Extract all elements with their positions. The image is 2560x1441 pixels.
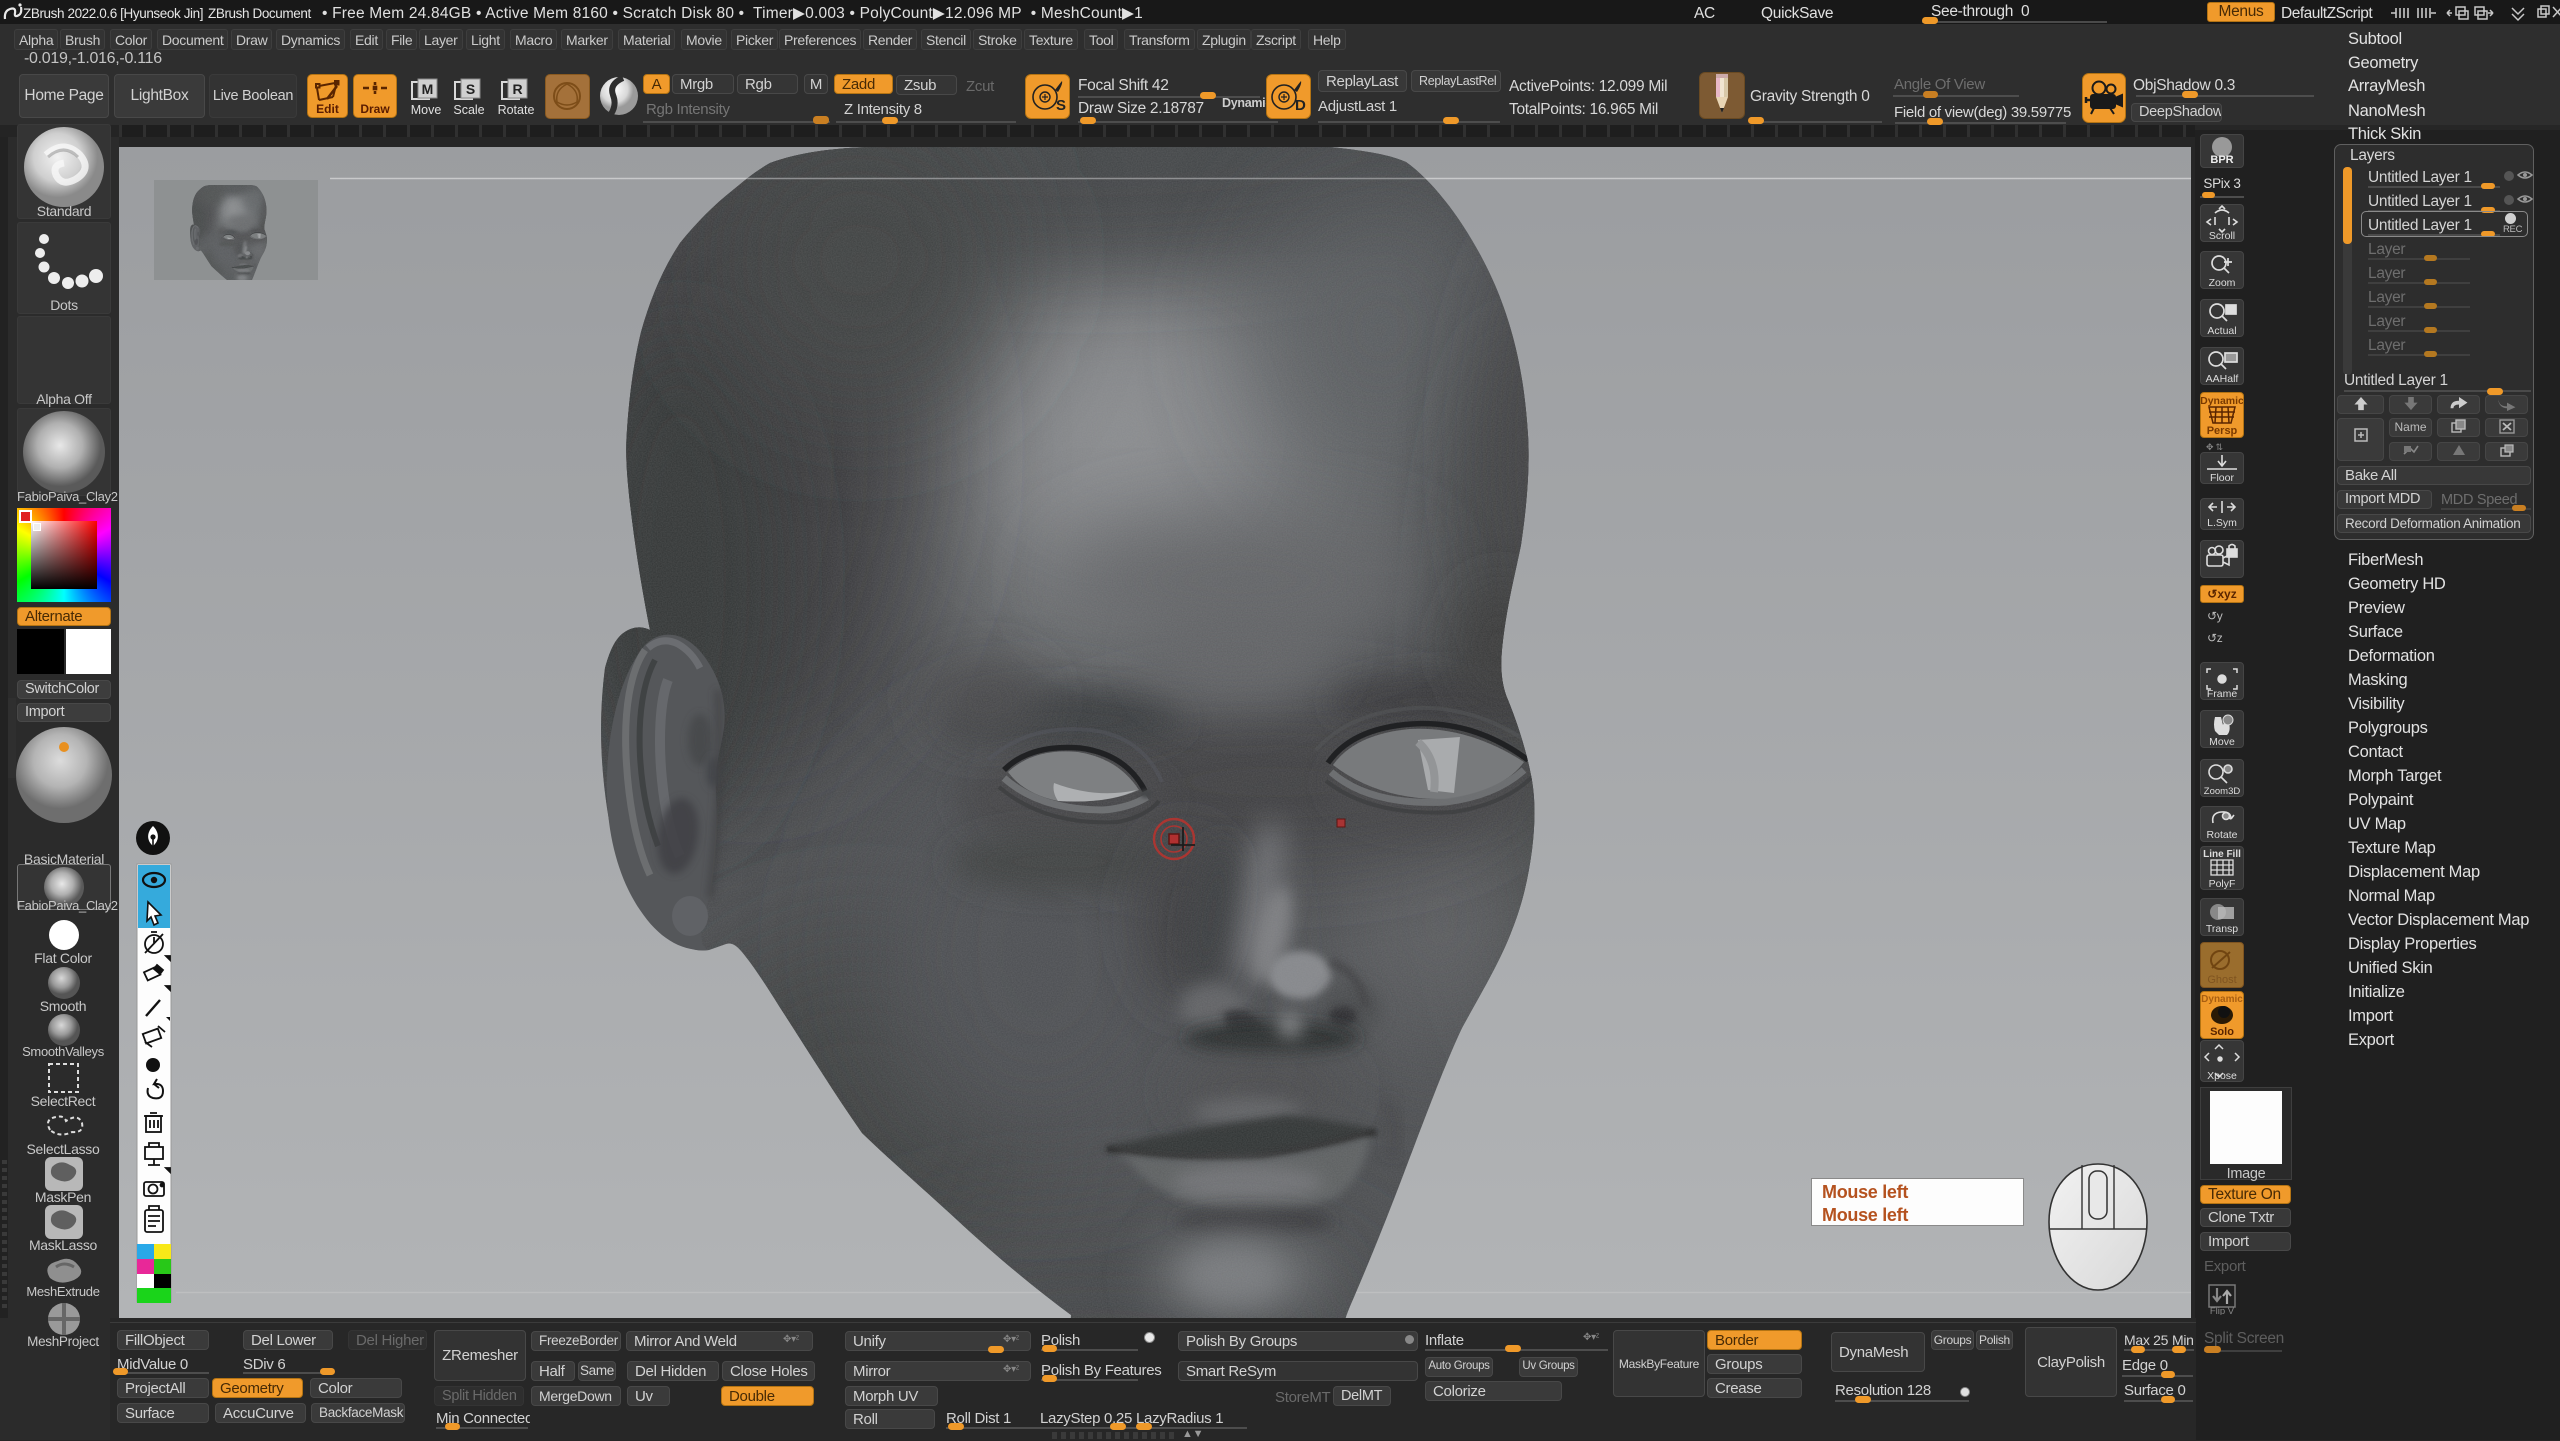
svg-text:L.Sym: L.Sym bbox=[2207, 517, 2237, 529]
svg-text:Flip V: Flip V bbox=[2210, 1306, 2235, 1315]
svg-text:Zoom3D: Zoom3D bbox=[2204, 786, 2241, 796]
svg-text:S: S bbox=[466, 81, 475, 97]
svg-text:Move: Move bbox=[411, 103, 442, 117]
svg-text:Ghost: Ghost bbox=[2207, 974, 2236, 986]
svg-text:Floor: Floor bbox=[2210, 472, 2234, 483]
svg-text:Transp: Transp bbox=[2206, 923, 2238, 935]
svg-text:D: D bbox=[1295, 97, 1306, 114]
svg-text:Edit: Edit bbox=[316, 102, 339, 116]
svg-text:S: S bbox=[1056, 97, 1066, 114]
svg-text:Scale: Scale bbox=[453, 103, 484, 117]
svg-text:Zoom: Zoom bbox=[2209, 277, 2236, 288]
svg-text:Xpose: Xpose bbox=[2207, 1070, 2237, 1081]
svg-text:Frame: Frame bbox=[2207, 688, 2237, 699]
svg-text:PolyF: PolyF bbox=[2209, 878, 2236, 889]
svg-text:Move: Move bbox=[2209, 736, 2235, 747]
svg-text:Dynamic: Dynamic bbox=[2201, 994, 2243, 1005]
svg-text:Dynamic: Dynamic bbox=[2201, 395, 2243, 407]
svg-text:Draw: Draw bbox=[360, 102, 390, 116]
svg-text:Actual: Actual bbox=[2207, 325, 2236, 336]
svg-text:Persp: Persp bbox=[2207, 425, 2238, 437]
svg-text:AAHalf: AAHalf bbox=[2206, 373, 2239, 384]
svg-text:Solo: Solo bbox=[2210, 1026, 2234, 1038]
svg-text:Rotate: Rotate bbox=[498, 103, 535, 117]
svg-text:Scroll: Scroll bbox=[2209, 230, 2235, 241]
svg-text:M: M bbox=[422, 81, 434, 97]
svg-text:BPR: BPR bbox=[2210, 154, 2233, 166]
svg-text:Rotate: Rotate bbox=[2207, 829, 2238, 841]
svg-text:Line Fill: Line Fill bbox=[2203, 849, 2241, 860]
svg-text:R: R bbox=[512, 81, 522, 97]
